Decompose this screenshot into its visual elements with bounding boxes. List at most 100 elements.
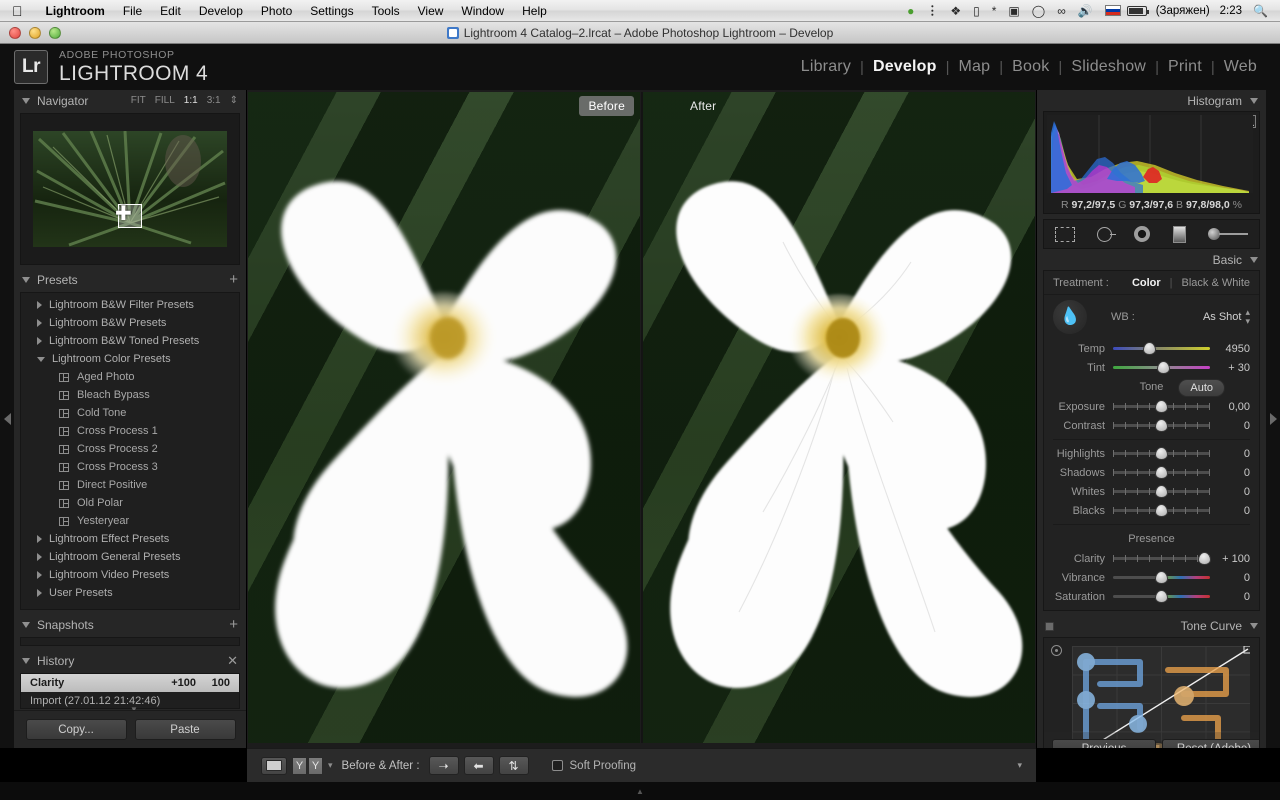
tone-curve-header[interactable]: Tone Curve xyxy=(1037,615,1266,637)
slider-handle[interactable] xyxy=(1155,466,1168,479)
bluetooth-status-icon[interactable]: * xyxy=(986,0,1003,22)
before-after-dropdown-icon[interactable]: ▾ xyxy=(328,760,333,771)
module-slideshow[interactable]: Slideshow xyxy=(1062,58,1155,76)
slider-track[interactable] xyxy=(1113,362,1210,373)
slider-handle[interactable] xyxy=(1155,485,1168,498)
treatment-bw-option[interactable]: Black & White xyxy=(1182,277,1250,289)
module-print[interactable]: Print xyxy=(1159,58,1211,76)
slider-track[interactable] xyxy=(1113,448,1210,459)
snapshots-header[interactable]: Snapshots + xyxy=(14,614,246,635)
preset-group-bw[interactable]: Lightroom B&W Presets xyxy=(21,314,239,332)
slider-saturation[interactable]: Saturation 0 xyxy=(1044,587,1259,606)
filmstrip-grabber[interactable]: ▲ xyxy=(0,782,1280,800)
menu-tools[interactable]: Tools xyxy=(363,0,409,22)
slider-track[interactable] xyxy=(1113,572,1210,583)
module-web[interactable]: Web xyxy=(1215,58,1266,76)
slider-handle[interactable] xyxy=(1157,361,1170,374)
display-status-icon[interactable]: ❖ xyxy=(944,0,967,22)
slider-track[interactable] xyxy=(1113,505,1210,516)
preset-group-user[interactable]: User Presets xyxy=(21,584,239,602)
battery-icon[interactable] xyxy=(1127,6,1147,16)
slider-tint[interactable]: Tint + 30 xyxy=(1044,358,1259,377)
slider-highlights[interactable]: Highlights 0 xyxy=(1044,444,1259,463)
auto-tone-button[interactable]: Auto xyxy=(1178,379,1225,397)
left-panel-collapse-strip[interactable] xyxy=(0,90,14,748)
slider-handle[interactable] xyxy=(1155,419,1168,432)
slider-track[interactable] xyxy=(1113,343,1210,354)
preset-item-cross-process-2[interactable]: Cross Process 2 xyxy=(21,440,239,458)
presets-header[interactable]: Presets + xyxy=(14,269,246,290)
disclosure-triangle-icon[interactable] xyxy=(1250,98,1258,104)
slider-handle[interactable] xyxy=(1155,400,1168,413)
russian-flag-icon[interactable] xyxy=(1105,5,1121,16)
history-header[interactable]: History ✕ xyxy=(14,650,246,671)
disclosure-triangle-icon[interactable] xyxy=(22,277,30,283)
add-preset-button[interactable]: + xyxy=(229,272,238,287)
tone-curve-switch[interactable] xyxy=(1045,622,1054,631)
disclosure-triangle-icon[interactable] xyxy=(1250,623,1258,629)
preset-item-bleach-bypass[interactable]: Bleach Bypass xyxy=(21,386,239,404)
copy-before-settings-icon[interactable]: ➝ xyxy=(429,756,459,775)
monitor-status-icon[interactable]: ▣ xyxy=(1002,0,1025,22)
zoom-stepper-icon[interactable]: ⇕ xyxy=(230,95,238,106)
menu-help[interactable]: Help xyxy=(513,0,556,22)
before-photo-pane[interactable]: Before xyxy=(248,92,640,743)
preset-item-cross-process-3[interactable]: Cross Process 3 xyxy=(21,458,239,476)
add-snapshot-button[interactable]: + xyxy=(229,617,238,632)
slider-track[interactable] xyxy=(1113,467,1210,478)
white-balance-selector-icon[interactable]: 💧 xyxy=(1051,298,1089,336)
slider-track[interactable] xyxy=(1113,420,1210,431)
menu-settings[interactable]: Settings xyxy=(301,0,362,22)
preset-group-color[interactable]: Lightroom Color Presets xyxy=(21,350,239,368)
preset-item-cross-process-1[interactable]: Cross Process 1 xyxy=(21,422,239,440)
slider-handle[interactable] xyxy=(1155,571,1168,584)
navigator-header[interactable]: Navigator FIT FILL 1:1 3:1 ⇕ xyxy=(14,90,246,111)
wb-stepper-icon[interactable]: ▴▾ xyxy=(1245,308,1250,326)
preset-item-yesteryear[interactable]: Yesteryear xyxy=(21,512,239,530)
preset-group-effect[interactable]: Lightroom Effect Presets xyxy=(21,530,239,548)
dropbox-status-icon[interactable]: ● xyxy=(901,0,920,22)
paste-button[interactable]: Paste xyxy=(135,719,236,740)
disclosure-triangle-icon[interactable] xyxy=(22,98,30,104)
preset-item-direct-positive[interactable]: Direct Positive xyxy=(21,476,239,494)
menu-edit[interactable]: Edit xyxy=(151,0,190,22)
volume-status-icon[interactable]: 🔊 xyxy=(1072,0,1099,22)
spot-removal-icon[interactable] xyxy=(1097,227,1112,242)
clear-history-button[interactable]: ✕ xyxy=(227,654,238,667)
clock[interactable]: 2:23 xyxy=(1215,5,1247,17)
slider-track[interactable] xyxy=(1113,401,1210,412)
module-map[interactable]: Map xyxy=(950,58,1000,76)
slider-whites[interactable]: Whites 0 xyxy=(1044,482,1259,501)
crop-overlay-icon[interactable] xyxy=(1055,227,1075,242)
reset-button[interactable]: Reset (Adobe) xyxy=(1162,739,1260,749)
before-after-view-toggle[interactable]: Y Y xyxy=(292,757,323,775)
before-after-y-left[interactable]: Y xyxy=(292,757,307,775)
wb-value[interactable]: As Shot xyxy=(1203,311,1242,323)
lightroom-logo-badge[interactable]: Lr xyxy=(14,50,48,84)
graduated-filter-icon[interactable] xyxy=(1173,226,1186,243)
slider-track[interactable] xyxy=(1113,591,1210,602)
spotlight-search-icon[interactable]: 🔍 xyxy=(1247,0,1274,22)
slider-clarity[interactable]: Clarity + 100 xyxy=(1044,549,1259,568)
disclosure-triangle-icon[interactable] xyxy=(22,658,30,664)
preset-item-old-polar[interactable]: Old Polar xyxy=(21,494,239,512)
disclosure-triangle-icon[interactable] xyxy=(1250,257,1258,263)
red-eye-icon[interactable] xyxy=(1134,226,1150,242)
slider-track[interactable] xyxy=(1113,553,1210,564)
adobe-status-icon[interactable]: ︙ xyxy=(920,0,944,22)
zoom-mode-1-1[interactable]: 1:1 xyxy=(184,95,198,106)
slider-handle[interactable] xyxy=(1143,342,1156,355)
module-library[interactable]: Library xyxy=(792,58,860,76)
preset-group-bw-toned[interactable]: Lightroom B&W Toned Presets xyxy=(21,332,239,350)
disclosure-triangle-icon[interactable] xyxy=(22,622,30,628)
sync-status-icon[interactable]: ∞ xyxy=(1051,0,1072,22)
slider-exposure[interactable]: Exposure 0,00 xyxy=(1044,397,1259,416)
slider-contrast[interactable]: Contrast 0 xyxy=(1044,416,1259,435)
menu-photo[interactable]: Photo xyxy=(252,0,301,22)
menu-develop[interactable]: Develop xyxy=(190,0,252,22)
slider-temp[interactable]: Temp 4950 xyxy=(1044,339,1259,358)
treatment-color-option[interactable]: Color xyxy=(1132,277,1161,289)
preset-group-bw-filter[interactable]: Lightroom B&W Filter Presets xyxy=(21,296,239,314)
zoom-mode-fit[interactable]: FIT xyxy=(131,95,146,106)
slider-handle[interactable] xyxy=(1155,504,1168,517)
